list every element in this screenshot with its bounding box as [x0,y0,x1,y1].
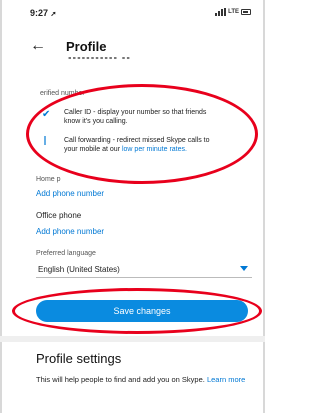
add-home-phone-link[interactable]: Add phone number [36,189,104,198]
office-phone-label: Office phone [36,211,82,220]
caller-id-text: Caller ID - display your number so that … [64,109,207,125]
location-arrow-icon: ➚ [50,11,57,18]
status-bar: 9:27 ➚ LTE [0,0,265,30]
status-indicators: LTE [215,8,251,16]
language-label: Preferred language [36,250,96,257]
carrier-label: LTE [228,9,239,15]
status-time: 9:27 ➚ [30,8,57,18]
section-divider [0,336,265,342]
signal-icon [215,8,227,16]
learn-more-link[interactable]: Learn more [207,375,245,384]
language-dropdown[interactable]: English (United States) [36,262,252,278]
profile-settings-title: Profile settings [36,351,122,366]
rates-link[interactable]: low per minute rates. [122,146,187,153]
call-forwarding-text: Call forwarding - redirect missed Skype … [64,137,210,153]
home-phone-label: Home p [36,176,61,183]
verified-number-label: erified number [40,90,85,97]
caller-id-checkbox[interactable]: ✔ [42,110,50,120]
page-title: Profile [66,39,107,54]
battery-icon [241,9,251,15]
add-office-phone-link[interactable]: Add phone number [36,227,104,236]
profile-settings-description: This will help people to find and add yo… [36,375,246,384]
chevron-down-icon [240,266,248,271]
back-arrow-icon[interactable]: ← [30,38,46,54]
call-forwarding-checkbox[interactable] [44,136,46,145]
language-value: English (United States) [38,265,120,274]
phone-number-cut-off: ▪▪▪▪▪▪▪▪▪▪▪ ▪▪ [68,57,131,64]
save-changes-button[interactable]: Save changes [36,300,248,322]
